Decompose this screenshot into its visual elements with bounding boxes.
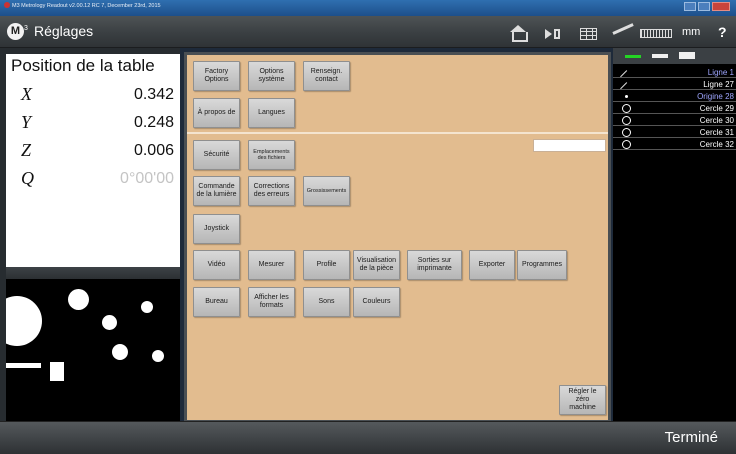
feature-item[interactable]: Cercle 31 bbox=[613, 127, 736, 138]
part-hole bbox=[102, 315, 117, 330]
feature-label: Cercle 30 bbox=[699, 116, 734, 125]
printer-output-button[interactable]: Sorties sur imprimante bbox=[407, 250, 462, 280]
window-title: M3 Metrology Readout v2.00.12 RC 7, Dece… bbox=[4, 2, 161, 9]
minimize-button[interactable] bbox=[684, 2, 696, 11]
home-icon[interactable] bbox=[508, 25, 528, 42]
view-mode-icon[interactable] bbox=[679, 52, 695, 59]
magnifications-button[interactable]: Grossissements bbox=[303, 176, 350, 206]
part-hole bbox=[141, 301, 153, 313]
settings-panel: Factory Options Options système Renseign… bbox=[184, 52, 611, 423]
axis-label: Y bbox=[21, 112, 32, 132]
circle-feature-icon bbox=[622, 116, 631, 125]
dro-row-q: Q 0°00'00 bbox=[6, 168, 180, 194]
m3-logo: M3 bbox=[7, 23, 28, 40]
feature-label: Ligne 27 bbox=[703, 80, 734, 89]
feature-item[interactable]: Ligne 1 bbox=[613, 67, 736, 83]
window-controls bbox=[684, 2, 730, 11]
feature-item[interactable]: Cercle 30 bbox=[613, 115, 736, 126]
dro-title: Position de la table bbox=[11, 56, 155, 75]
done-button[interactable]: Terminé bbox=[665, 429, 718, 446]
section-divider bbox=[187, 132, 608, 134]
feature-item[interactable]: Cercle 32 bbox=[613, 139, 736, 150]
close-button[interactable] bbox=[712, 2, 730, 11]
desktop-button[interactable]: Bureau bbox=[193, 287, 240, 317]
circle-feature-icon bbox=[622, 140, 631, 149]
window-titlebar: M3 Metrology Readout v2.00.12 RC 7, Dece… bbox=[0, 0, 736, 16]
part-hole bbox=[112, 344, 128, 360]
axis-label: X bbox=[21, 84, 32, 104]
panel-splitter[interactable] bbox=[6, 267, 180, 279]
feature-label: Ligne 1 bbox=[707, 68, 734, 77]
axis-label: Z bbox=[21, 140, 32, 160]
error-corrections-button[interactable]: Corrections des erreurs bbox=[248, 176, 295, 206]
feature-label: Cercle 29 bbox=[699, 104, 734, 113]
caliper-icon[interactable] bbox=[612, 23, 675, 42]
circle-feature-icon bbox=[622, 104, 631, 113]
sounds-button[interactable]: Sons bbox=[303, 287, 350, 317]
part-hole bbox=[68, 289, 89, 310]
light-control-button[interactable]: Commande de la lumière bbox=[193, 176, 240, 206]
axis-label: Q bbox=[21, 168, 34, 188]
feature-list-panel: Ligne 1 Ligne 27 Origine 28 Cercle 29 Cercle… bbox=[613, 48, 736, 421]
maximize-button[interactable] bbox=[698, 2, 710, 11]
joystick-button[interactable]: Joystick bbox=[193, 214, 240, 244]
about-button[interactable]: À propos de bbox=[193, 98, 240, 128]
part-slot bbox=[6, 363, 41, 368]
part-view-button[interactable]: Visualisation de la pièce bbox=[353, 250, 400, 280]
part-hole bbox=[152, 350, 164, 362]
feature-item[interactable]: Origine 28 bbox=[613, 91, 736, 102]
security-button[interactable]: Sécurité bbox=[193, 140, 240, 170]
contact-info-button[interactable]: Renseign. contact bbox=[303, 61, 350, 91]
part-hole bbox=[6, 296, 42, 346]
part-slot bbox=[50, 362, 64, 381]
measure-button[interactable]: Mesurer bbox=[248, 250, 295, 280]
window-title-text: M3 Metrology Readout v2.00.12 RC 7, Dece… bbox=[12, 3, 161, 9]
search-input[interactable] bbox=[533, 139, 606, 152]
view-mode-icon[interactable] bbox=[652, 54, 668, 58]
circle-feature-icon bbox=[622, 128, 631, 137]
profile-button[interactable]: Profile bbox=[303, 250, 350, 280]
feature-label: Origine 28 bbox=[697, 92, 734, 101]
app-header: M3 Réglages mm ? bbox=[0, 16, 736, 48]
units-toggle[interactable]: mm bbox=[682, 26, 700, 38]
languages-button[interactable]: Langues bbox=[248, 98, 295, 128]
feature-item[interactable]: Cercle 29 bbox=[613, 103, 736, 114]
axis-value: 0.248 bbox=[133, 114, 174, 131]
table-icon[interactable] bbox=[580, 28, 597, 40]
export-button[interactable]: Exporter bbox=[469, 250, 515, 280]
dro-row-z: Z 0.006 bbox=[6, 140, 180, 166]
page-title: Réglages bbox=[34, 23, 94, 39]
colors-button[interactable]: Couleurs bbox=[353, 287, 400, 317]
video-button[interactable]: Vidéo bbox=[193, 250, 240, 280]
system-options-button[interactable]: Options système bbox=[248, 61, 295, 91]
display-formats-button[interactable]: Afficher les formats bbox=[248, 287, 295, 317]
video-icon[interactable] bbox=[545, 29, 561, 39]
axis-value: 0°00'00 bbox=[120, 170, 174, 187]
tolerance-indicator-icon bbox=[625, 55, 641, 58]
axis-value: 0.342 bbox=[133, 86, 174, 103]
axis-value: 0.006 bbox=[133, 142, 174, 159]
set-machine-zero-button[interactable]: Régler le zéro machine bbox=[559, 385, 606, 415]
feature-item[interactable]: Ligne 27 bbox=[613, 79, 736, 95]
app-icon bbox=[4, 2, 10, 8]
dro-row-x: X 0.342 bbox=[6, 84, 180, 110]
factory-options-button[interactable]: Factory Options bbox=[193, 61, 240, 91]
dro-display: Position de la table X 0.342 Y 0.248 Z 0… bbox=[6, 54, 180, 267]
dro-row-y: Y 0.248 bbox=[6, 112, 180, 138]
feature-label: Cercle 31 bbox=[699, 128, 734, 137]
programs-button[interactable]: Programmes bbox=[517, 250, 567, 280]
feature-label: Cercle 32 bbox=[699, 140, 734, 149]
bottom-bar: Terminé bbox=[0, 421, 736, 454]
file-locations-button[interactable]: Emplacements des fichiers bbox=[248, 140, 295, 170]
left-panel: Position de la table X 0.342 Y 0.248 Z 0… bbox=[0, 48, 180, 421]
help-button[interactable]: ? bbox=[718, 24, 727, 40]
part-view[interactable] bbox=[6, 279, 180, 421]
point-feature-icon bbox=[622, 92, 631, 101]
feature-list-header bbox=[613, 48, 736, 64]
